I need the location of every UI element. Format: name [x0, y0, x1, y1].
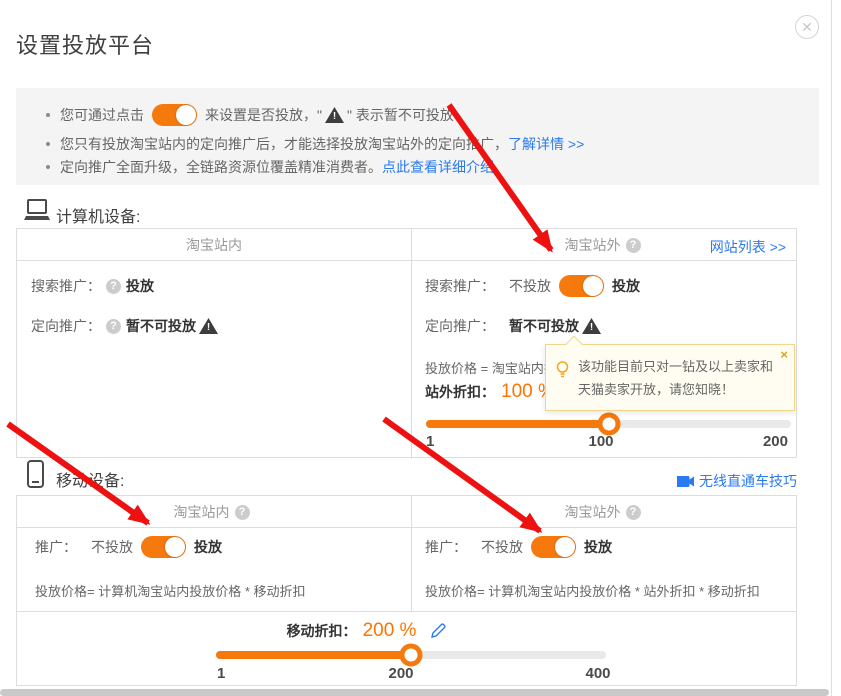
close-button[interactable]: ✕ [795, 15, 819, 39]
computer-section-label: 计算机设备: [56, 203, 140, 227]
header-taobao-onsite: 淘宝站内 [17, 496, 411, 528]
offsite-search-row: 搜索推广： 不投放 投放 [425, 274, 640, 298]
header-taobao-onsite: 淘宝站内 [17, 229, 411, 261]
slider-fill [216, 651, 411, 659]
column-divider [411, 229, 412, 459]
mobile-offsite-price-formula: 投放价格= 计算机淘宝站内投放价格 * 站外折扣 * 移动折扣 [425, 580, 760, 600]
toggle-knob [583, 276, 603, 296]
wireless-tips[interactable]: 无线直通车技巧 [676, 471, 797, 491]
toggle-knob [176, 105, 196, 125]
mobile-discount-slider[interactable] [216, 651, 606, 659]
toggle-example [152, 104, 197, 126]
toggle-on-label: 投放 [612, 276, 640, 296]
close-icon: ✕ [801, 19, 813, 35]
warning-icon [582, 318, 601, 334]
slider-min-label: 1 [217, 665, 225, 682]
mobile-offsite-toggle[interactable] [531, 536, 576, 558]
lightbulb-icon [556, 361, 569, 381]
slider-current-label: 200 [371, 665, 431, 682]
column-divider [411, 496, 412, 611]
slider-min-label: 1 [426, 433, 434, 450]
learn-more-link[interactable]: 了解详情 >> [508, 134, 584, 154]
header-taobao-offsite: 淘宝站外 [412, 496, 798, 528]
laptop-icon [24, 199, 50, 224]
phone-icon [27, 460, 44, 491]
bullet-icon [46, 113, 50, 117]
mobile-onsite-promo-row: 推广： 不投放 投放 [35, 534, 222, 560]
notice-text: 您可通过点击 [60, 105, 144, 125]
onsite-target-row: 定向推广： 暂不可投放 [31, 314, 221, 338]
notice-panel: 您可通过点击 来设置是否投放，" " 表示暂不可投放 您只有投放淘宝站内的定向推… [16, 88, 819, 185]
computer-table: 淘宝站内 淘宝站外 网站列表 >> 搜索推广： 投放 定向推广： 暂不可投放 搜… [16, 228, 797, 458]
notice-text: 定向推广全面升级，全链路资源位覆盖精准消费者。 [60, 157, 382, 177]
question-icon[interactable] [626, 505, 641, 520]
offsite-discount-slider[interactable] [426, 420, 791, 428]
mobile-onsite-toggle[interactable] [141, 536, 186, 558]
slider-handle[interactable] [400, 644, 423, 667]
detail-intro-link[interactable]: 点此查看详细介绍 [382, 157, 494, 177]
onsite-search-row: 搜索推广： 投放 [31, 274, 154, 298]
vertical-scrollbar-track[interactable] [831, 0, 832, 696]
notice-line-toggle: 您可通过点击 来设置是否投放，" " 表示暂不可投放 [46, 100, 454, 130]
mobile-onsite-price-formula: 投放价格= 计算机淘宝站内投放价格 * 移动折扣 [35, 580, 306, 600]
mobile-discount-row: 移动折扣： 200 % [0, 617, 756, 645]
question-icon[interactable] [106, 319, 121, 334]
slider-current-label: 100 [571, 433, 631, 450]
toggle-off-label: 不投放 [509, 276, 551, 296]
bullet-icon [46, 142, 50, 146]
mobile-offsite-promo-row: 推广： 不投放 投放 [425, 534, 612, 560]
row-divider [17, 611, 796, 612]
slider-fill [426, 420, 609, 428]
computer-table-header: 淘宝站内 淘宝站外 网站列表 >> [17, 229, 796, 261]
notice-line-targeting: 您只有投放淘宝站内的定向推广后，才能选择投放淘宝站外的定向推广， 了解详情 >> [46, 134, 584, 154]
toggle-on-label: 投放 [584, 537, 612, 557]
offsite-target-row: 定向推广： 暂不可投放 [425, 314, 604, 338]
slider-max-label: 400 [576, 665, 620, 682]
tooltip-text: 该功能目前只对一钻及以上卖家和天猫卖家开放，请您知晓！ [578, 355, 778, 401]
onsite-search-status: 投放 [126, 276, 154, 296]
bullet-icon [46, 165, 50, 169]
notice-line-upgrade: 定向推广全面升级，全链路资源位覆盖精准消费者。 点此查看详细介绍 [46, 157, 494, 177]
question-icon[interactable] [235, 505, 250, 520]
offsite-target-status: 暂不可投放 [509, 316, 579, 336]
onsite-target-status: 暂不可投放 [126, 316, 196, 336]
mobile-table-header: 淘宝站内 淘宝站外 [17, 496, 796, 528]
warning-icon [199, 318, 218, 334]
tooltip-close-icon[interactable]: × [780, 347, 788, 362]
site-list-link[interactable]: 网站列表 >> [710, 237, 786, 257]
toggle-knob [555, 537, 575, 557]
toggle-off-label: 不投放 [481, 537, 523, 557]
toggle-off-label: 不投放 [91, 537, 133, 557]
wireless-tips-link[interactable]: 无线直通车技巧 [699, 471, 797, 491]
offsite-discount-row: 站外折扣： 100 % [425, 377, 555, 407]
mobile-table: 淘宝站内 淘宝站外 推广： 不投放 投放 投放价格= 计算机淘宝站内投放价格 *… [16, 495, 797, 686]
mobile-section-label: 移动设备: [56, 467, 124, 491]
notice-text: 您只有投放淘宝站内的定向推广后，才能选择投放淘宝站外的定向推广， [60, 134, 508, 154]
toggle-on-label: 投放 [194, 537, 222, 557]
video-camera-icon [676, 475, 694, 488]
horizontal-scrollbar[interactable] [0, 689, 829, 696]
slider-max-label: 200 [763, 433, 788, 450]
offsite-search-toggle[interactable] [559, 275, 604, 297]
toggle-knob [165, 537, 185, 557]
seller-level-tooltip: 该功能目前只对一钻及以上卖家和天猫卖家开放，请您知晓！ × [545, 344, 795, 411]
mobile-discount-value: 200 % [363, 620, 417, 642]
notice-text: " 表示暂不可投放 [347, 105, 454, 125]
edit-pencil-icon[interactable] [430, 623, 446, 639]
notice-text: 来设置是否投放，" [205, 105, 322, 125]
page-title: 设置投放平台 [16, 28, 154, 60]
question-icon[interactable] [626, 238, 641, 253]
question-icon[interactable] [106, 279, 121, 294]
warning-icon [325, 107, 344, 123]
